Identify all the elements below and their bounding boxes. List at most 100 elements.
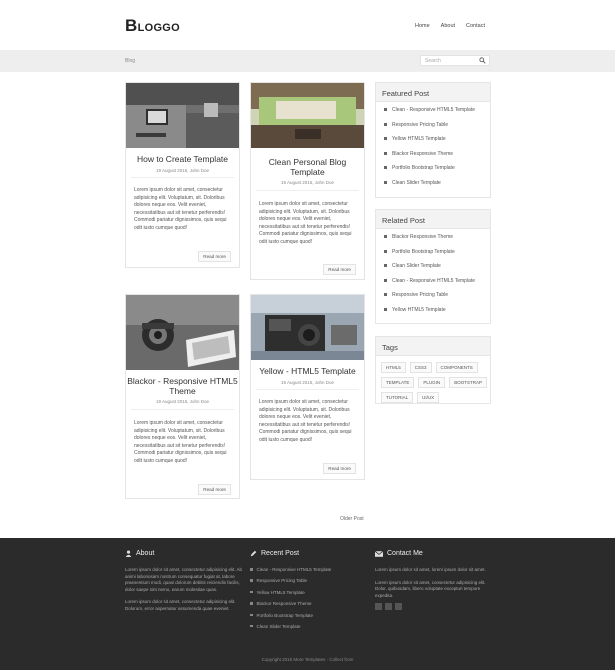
tag[interactable]: BOOTSTRAP <box>449 377 487 388</box>
read-more-button[interactable]: Read more <box>323 264 356 275</box>
read-more-button[interactable]: Read more <box>198 484 231 495</box>
related-post-list: Blackor Responsive Theme Portfolio Boots… <box>376 229 490 320</box>
footer-about: About Lorem ipsum dolor sit amet, consec… <box>125 550 245 613</box>
facebook-icon[interactable] <box>375 603 382 611</box>
list-item[interactable]: Blackor Responsive Theme <box>384 150 490 165</box>
list-item[interactable]: Clean Slider Template <box>384 179 490 194</box>
post-meta: 19 August 2015, John Doe <box>280 380 335 385</box>
bullet-icon <box>384 151 387 155</box>
post-card: How to Create Template 19 August 2015, J… <box>125 82 240 268</box>
widget-title: Tags <box>376 337 490 356</box>
older-post-link[interactable]: Older Post <box>340 516 364 522</box>
social-links <box>375 603 495 611</box>
bullet-icon <box>384 166 387 169</box>
divider <box>256 190 359 191</box>
bullet-icon <box>250 624 253 628</box>
read-more-button[interactable]: Read more <box>323 463 356 474</box>
tag[interactable]: TUTORIAL <box>381 392 414 403</box>
list-item[interactable]: Clean - Responsive HTML5 Template <box>384 106 490 121</box>
list-item[interactable]: Responsive Pricing Table <box>384 121 490 136</box>
divider <box>256 389 359 390</box>
post-title[interactable]: Blackor - Responsive HTML5 Theme <box>126 376 239 396</box>
footer-contact-text: Lorem ipsum dolor sit amet, lorem ipsum … <box>375 567 486 572</box>
footer-recent-list: Clean - Responsive HTML5 Template Respon… <box>250 567 370 635</box>
post-image[interactable] <box>251 295 364 360</box>
list-item[interactable]: Yellow HTML5 Template <box>384 306 490 321</box>
post-card: Yellow - HTML5 Template 19 August 2015, … <box>250 294 365 480</box>
tag[interactable]: HTML5 <box>381 362 406 373</box>
tag[interactable]: CSS3 <box>409 362 432 373</box>
list-item[interactable]: Yellow HTML5 Template <box>384 135 490 150</box>
list-item[interactable]: Blackor Responsive Theme <box>384 233 490 248</box>
breadcrumb-bar: Blog <box>0 50 615 72</box>
user-icon <box>125 550 132 557</box>
post-excerpt: Lorem ipsum dolor sit amet, consectetur … <box>134 420 227 464</box>
copyright-text: Copyright 2015 More Templates · Collect … <box>261 657 354 662</box>
post-meta: 19 August 2015, John Doe <box>280 180 335 185</box>
footer-recent-title: Recent Post <box>261 550 300 557</box>
logo-initial: B <box>125 16 138 35</box>
widget-title: Related Post <box>376 210 490 229</box>
site-header: BLOGGO Home About Contact <box>0 0 615 50</box>
post-image[interactable] <box>126 295 239 370</box>
post-title[interactable]: Yellow - HTML5 Template <box>251 366 364 376</box>
site-logo[interactable]: BLOGGO <box>125 16 180 36</box>
logo-text: LOGGO <box>137 22 181 34</box>
pencil-icon <box>250 550 257 557</box>
post-image[interactable] <box>126 83 239 148</box>
post-excerpt: Lorem ipsum dolor sit amet, consectetur … <box>259 399 352 443</box>
bullet-icon <box>250 590 253 594</box>
related-post-widget: Related Post Blackor Responsive Theme Po… <box>375 209 491 324</box>
site-footer: About Lorem ipsum dolor sit amet, consec… <box>0 538 615 670</box>
google-plus-icon[interactable] <box>395 603 402 611</box>
tag[interactable]: UI/UX <box>417 392 440 403</box>
bullet-icon <box>384 122 387 126</box>
post-excerpt: Lorem ipsum dolor sit amet, consectetur … <box>259 201 352 245</box>
nav-contact-link[interactable]: Contact <box>466 23 485 29</box>
list-item[interactable]: Responsive Pricing Table <box>384 291 490 306</box>
search-icon[interactable] <box>479 57 486 64</box>
nav-about-link[interactable]: About <box>441 23 455 29</box>
bullet-icon <box>384 264 387 267</box>
bullet-icon <box>384 180 387 184</box>
twitter-icon[interactable] <box>385 603 392 611</box>
list-item[interactable]: Yellow HTML5 Template <box>250 590 370 601</box>
bullet-icon <box>384 108 387 111</box>
divider <box>131 409 234 410</box>
list-item[interactable]: Clean Slider Template <box>250 624 370 635</box>
breadcrumb: Blog <box>125 58 136 64</box>
tag[interactable]: COMPONENTS <box>435 362 478 373</box>
post-title[interactable]: How to Create Template <box>126 154 239 164</box>
footer-contact-text-2: Lorem ipsum dolor sit amet, consectetur … <box>375 579 486 598</box>
bullet-icon <box>384 137 387 140</box>
post-meta: 19 August 2015, John Doe <box>155 399 210 404</box>
search-placeholder: Search <box>425 58 441 64</box>
bullet-icon <box>250 579 253 582</box>
nav-home-link[interactable]: Home <box>415 23 430 29</box>
list-item[interactable]: Clean - Responsive HTML5 Template <box>250 567 370 578</box>
tag[interactable]: PLUGIN <box>418 377 446 388</box>
bullet-icon <box>250 568 253 571</box>
list-item[interactable]: Portfolio Bootstrap Template <box>250 613 370 624</box>
list-item[interactable]: Clean Slider Template <box>384 262 490 277</box>
post-meta: 19 August 2015, John Doe <box>155 168 210 173</box>
bullet-icon <box>250 613 253 617</box>
bullet-icon <box>384 235 387 238</box>
read-more-button[interactable]: Read more <box>198 251 231 262</box>
search-input[interactable]: Search <box>420 55 490 66</box>
post-image[interactable] <box>251 83 364 148</box>
list-item[interactable]: Blackor Responsive Theme <box>250 601 370 612</box>
footer-about-title: About <box>136 550 155 557</box>
post-excerpt: Lorem ipsum dolor sit amet, consectetur … <box>134 187 227 231</box>
list-item[interactable]: Responsive Pricing Table <box>250 578 370 589</box>
envelope-icon <box>375 550 383 557</box>
list-item[interactable]: Portfolio Bootstrap Template <box>384 248 490 263</box>
post-card: Clean Personal Blog Template 19 August 2… <box>250 82 365 280</box>
bullet-icon <box>250 602 253 605</box>
list-item[interactable]: Portfolio Bootstrap Template <box>384 164 490 179</box>
footer-contact-title: Contact Me <box>387 550 423 557</box>
list-item[interactable]: Clean - Responsive HTML5 Template <box>384 277 490 292</box>
main-nav: Home About Contact <box>415 23 485 29</box>
post-title[interactable]: Clean Personal Blog Template <box>251 157 364 177</box>
tag[interactable]: TEMPLATE <box>381 377 415 388</box>
